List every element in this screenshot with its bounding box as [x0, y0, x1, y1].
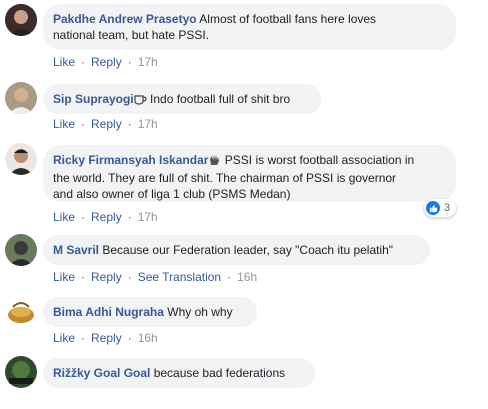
comment-bubble: Rižžky Goal Goal because bad federations [43, 358, 315, 388]
like-link[interactable]: Like [53, 331, 75, 345]
see-translation-link[interactable]: See Translation [138, 270, 221, 284]
reply-link[interactable]: Reply [91, 210, 122, 224]
avatar[interactable] [5, 295, 37, 327]
comment-text: Almost of football fans here loves [199, 12, 377, 26]
timestamp[interactable]: 16h [237, 270, 257, 284]
reply-link[interactable]: Reply [91, 117, 122, 131]
like-link[interactable]: Like [53, 55, 75, 69]
comment-bubble: Ricky Firmansyah Iskandar PSSI is worst … [43, 145, 456, 202]
comment-actions: Like · Reply · See Translation · 16h [53, 270, 258, 284]
coffee-icon [134, 93, 147, 109]
like-link[interactable]: Like [53, 270, 75, 284]
reply-link[interactable]: Reply [91, 55, 122, 69]
comment-text: Indo football full of shit bro [150, 92, 291, 106]
comment-text: Why oh why [167, 305, 233, 319]
reply-link[interactable]: Reply [91, 270, 122, 284]
avatar[interactable] [5, 82, 37, 114]
comment-bubble: Sip Suprayogi Indo football full of shit… [43, 84, 321, 114]
reaction-count-badge[interactable]: 3 [424, 199, 457, 217]
avatar[interactable] [5, 234, 37, 266]
like-link[interactable]: Like [53, 210, 75, 224]
comment-text: and also owner of liga 1 club (PSMS Meda… [53, 187, 291, 201]
commenter-name[interactable]: Bima Adhi Nugraha [53, 305, 164, 319]
commenter-name[interactable]: Ricky Firmansyah Iskandar [53, 153, 208, 167]
avatar[interactable] [5, 4, 37, 36]
avatar[interactable] [5, 356, 37, 388]
like-link[interactable]: Like [53, 117, 75, 131]
comment-bubble: Bima Adhi Nugraha Why oh why [43, 297, 257, 327]
comment-text: Because our Federation leader, say "Coac… [102, 243, 394, 257]
timestamp[interactable]: 16h [138, 331, 158, 345]
comment-actions: Like · Reply · 17h [53, 210, 158, 224]
comment-text: national team, but hate PSSI. [53, 28, 210, 42]
comment-actions: Like · Reply · 16h [53, 331, 158, 345]
commenter-name[interactable]: Pakdhe Andrew Prasetyo [53, 12, 197, 26]
comment-actions: Like · Reply · 17h [53, 55, 158, 69]
commenter-name[interactable]: Sip Suprayogi [53, 92, 134, 106]
comment-text: the world. They are full of shit. The ch… [53, 171, 397, 185]
comment-bubble: M Savril Because our Federation leader, … [43, 235, 430, 265]
thumbs-up-icon [426, 201, 440, 215]
timestamp[interactable]: 17h [138, 117, 158, 131]
comment-text: because bad federations [153, 366, 286, 380]
comment-text: PSSI is worst football association in [224, 153, 415, 167]
timestamp[interactable]: 17h [138, 55, 158, 69]
reply-link[interactable]: Reply [91, 331, 122, 345]
comment-bubble: Pakdhe Andrew Prasetyo Almost of footbal… [43, 4, 456, 50]
avatar[interactable] [5, 143, 37, 175]
commenter-name[interactable]: Rižžky Goal Goal [53, 366, 150, 380]
timestamp[interactable]: 17h [138, 210, 158, 224]
reaction-count: 3 [444, 202, 451, 214]
waving-hand-icon [208, 153, 221, 170]
commenter-name[interactable]: M Savril [53, 243, 99, 257]
comment-actions: Like · Reply · 17h [53, 117, 158, 131]
